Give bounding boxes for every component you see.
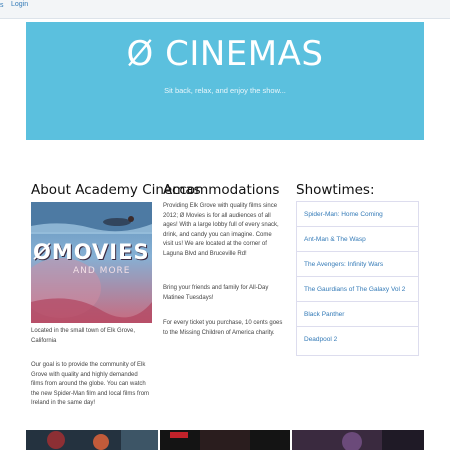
- top-navbar: s Login: [0, 0, 450, 19]
- hero-banner: Ø CINEMAS Sit back, relax, and enjoy the…: [26, 22, 424, 140]
- movies-poster-image: ØMOVIES AND MORE: [31, 202, 152, 323]
- showtime-link-spiderman[interactable]: Spider-Man: Home Coming: [297, 202, 418, 227]
- showtime-link-black-panther[interactable]: Black Panther: [297, 302, 418, 327]
- site-title: Ø CINEMAS: [126, 34, 324, 74]
- poster-logo-main: ØMOVIES: [33, 240, 150, 264]
- accommodations-text-2: Bring your friends and family for All-Da…: [163, 285, 269, 301]
- about-goal: Our goal is to provide the community of …: [31, 362, 150, 407]
- showtime-link-antman[interactable]: Ant-Man & The Wasp: [297, 227, 418, 252]
- accommodations-heading: Accommodations: [163, 182, 280, 198]
- site-tagline: Sit back, relax, and enjoy the show...: [164, 86, 286, 95]
- poster-thumbnail-2[interactable]: [160, 430, 290, 450]
- poster-logo-sub: AND MORE: [73, 266, 131, 276]
- poster-thumbnail-1[interactable]: [26, 430, 158, 450]
- login-link[interactable]: Login: [11, 1, 28, 8]
- showtime-link-deadpool[interactable]: Deadpool 2: [297, 327, 418, 352]
- accommodations-text-3: For every ticket you purchase, 10 cents …: [163, 320, 283, 336]
- poster-thumbnail-3[interactable]: [292, 430, 424, 450]
- showtimes-heading: Showtimes:: [296, 182, 375, 198]
- showtime-link-avengers[interactable]: The Avengers: Infinity Wars: [297, 252, 418, 277]
- showtime-link-guardians[interactable]: The Gaurdians of The Galaxy Vol 2: [297, 277, 418, 302]
- nav-item-fragment[interactable]: s: [0, 2, 4, 9]
- accommodations-text-1: Providing Elk Grove with quality films s…: [163, 203, 279, 257]
- showtimes-list: Spider-Man: Home Coming Ant-Man & The Wa…: [296, 201, 419, 356]
- about-location: Located in the small town of Elk Grove, …: [31, 328, 136, 344]
